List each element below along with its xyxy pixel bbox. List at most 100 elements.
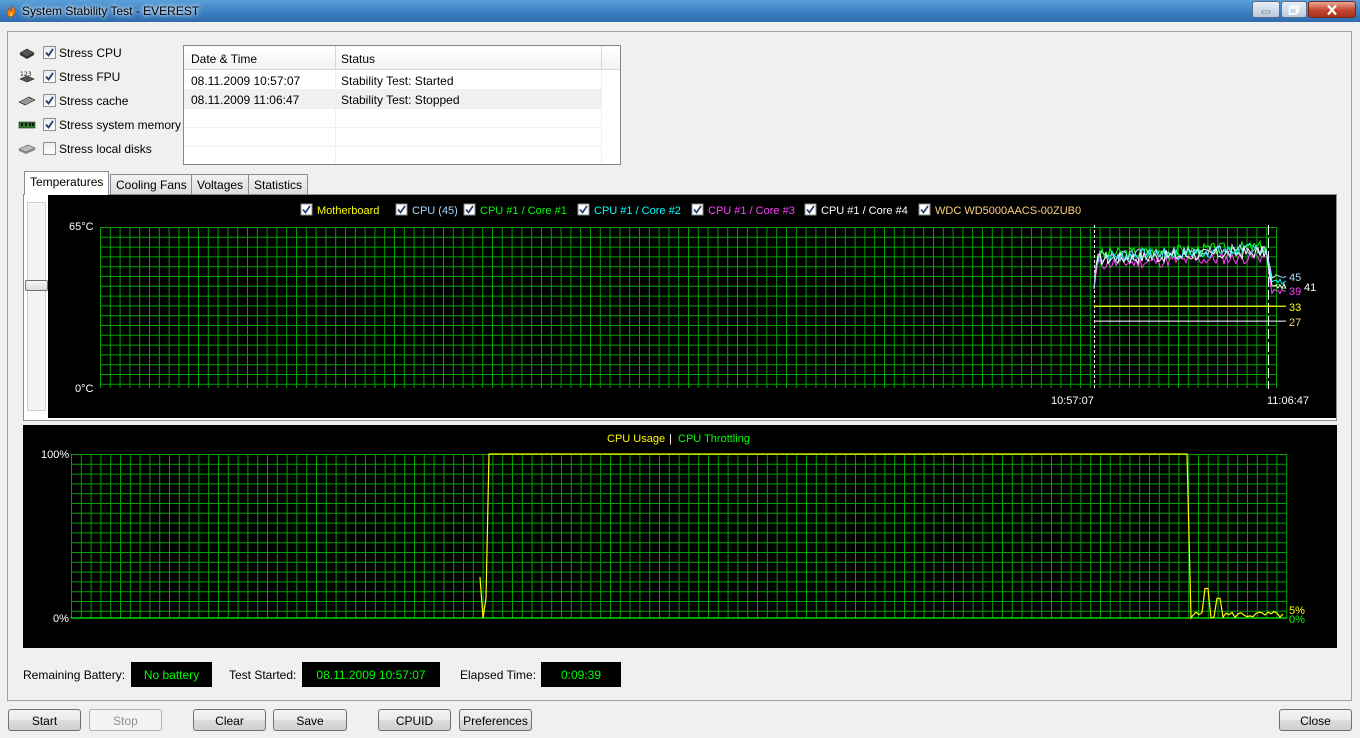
legend-checkbox: [577, 203, 590, 216]
stress-cpu-option[interactable]: Stress CPU: [18, 44, 193, 62]
legend-label: CPU #1 / Core #3: [708, 205, 795, 217]
close-icon: [1327, 4, 1337, 15]
table-row[interactable]: 08.11.2009 11:06:47 Stability Test: Stop…: [184, 90, 602, 109]
legend-item: CPU (45): [395, 203, 458, 217]
close-window-button[interactable]: [1308, 1, 1356, 18]
stress-cache-checkbox[interactable]: [43, 94, 56, 107]
end-value-label: 39: [1289, 286, 1301, 298]
legend-checkbox: [918, 203, 931, 216]
stop-button[interactable]: Stop: [89, 709, 162, 731]
hard-disk-icon: [18, 144, 36, 154]
y-axis-min-label: 0%: [53, 613, 69, 625]
cpu-usage-graph-canvas: CPU Usage | CPU Throttling100%0%5%0%: [41, 433, 1305, 626]
column-header-status[interactable]: Status: [341, 52, 375, 66]
test-started-value: 08.11.2009 10:57:07: [302, 662, 440, 687]
end-value-label: 45: [1289, 272, 1301, 284]
row-status: Stability Test: Stopped: [341, 93, 460, 107]
end-value-label: 33: [1289, 302, 1301, 314]
stress-cache-label: Stress cache: [59, 94, 129, 108]
minimize-icon: [1261, 10, 1271, 13]
close-button[interactable]: Close: [1279, 709, 1352, 731]
column-separator: [335, 46, 336, 70]
legend-item: CPU #1 / Core #3: [691, 203, 795, 217]
restore-icon: [1288, 4, 1300, 15]
legend-separator: |: [669, 433, 672, 445]
stress-disks-option[interactable]: Stress local disks: [18, 140, 193, 158]
x-axis-end-label: 11:06:47: [1267, 395, 1309, 407]
graph-grid: [71, 454, 1288, 618]
y-axis-max-label: 65°C: [69, 221, 94, 233]
cpu-usage-graph: CPU Usage | CPU Throttling 100% 0% 5% 0%: [23, 425, 1337, 648]
stress-cache-option[interactable]: Stress cache: [18, 92, 193, 110]
legend-checkbox: [804, 203, 817, 216]
clear-button[interactable]: Clear: [193, 709, 266, 731]
table-row-empty: [184, 128, 602, 147]
stress-memory-option[interactable]: Stress system memory: [18, 116, 193, 134]
legend-item: CPU #1 / Core #2: [577, 203, 681, 217]
column-separator: [601, 46, 602, 70]
tab-temperatures[interactable]: Temperatures: [24, 171, 110, 195]
row-datetime: 08.11.2009 11:06:47: [191, 93, 300, 107]
legend-item: CPU #1 / Core #1: [463, 203, 567, 217]
row-status: Stability Test: Started: [341, 74, 454, 88]
stress-fpu-label: Stress FPU: [59, 70, 121, 84]
checkmark-icon: [45, 48, 54, 57]
stress-memory-checkbox[interactable]: [43, 118, 56, 131]
table-header: Date & Time Status: [184, 46, 620, 70]
minimize-button[interactable]: [1252, 1, 1280, 18]
column-gridline: [601, 70, 602, 164]
battery-value: No battery: [131, 662, 212, 687]
y-axis-max-label: 100%: [41, 449, 69, 461]
legend-checkbox: [463, 203, 476, 216]
y-axis-min-label: 0°C: [75, 383, 94, 395]
graph-scale-slider[interactable]: [27, 202, 46, 411]
stress-cpu-checkbox[interactable]: [43, 46, 56, 59]
end-value-label: 27: [1289, 317, 1301, 329]
column-gridline: [335, 70, 336, 164]
table-row[interactable]: 08.11.2009 10:57:07 Stability Test: Star…: [184, 71, 602, 90]
elapsed-time-value: 0:09:39: [541, 662, 621, 687]
start-button[interactable]: Start: [8, 709, 81, 731]
checkmark-icon: [45, 72, 54, 81]
battery-label: Remaining Battery:: [23, 668, 126, 682]
checkmark-icon: [45, 96, 54, 105]
window-title: System Stability Test - EVEREST: [22, 4, 200, 18]
legend-checkbox: [691, 203, 704, 216]
legend-label: WDC WD5000AACS-00ZUB0: [935, 205, 1081, 217]
stress-memory-label: Stress system memory: [59, 118, 182, 132]
elapsed-time-label: Elapsed Time:: [460, 668, 537, 682]
legend-checkbox: [300, 203, 313, 216]
save-button[interactable]: Save: [273, 709, 347, 731]
stress-cpu-label: Stress CPU: [59, 46, 122, 60]
legend-label: CPU #1 / Core #2: [594, 205, 681, 217]
end-throttling-label: 0%: [1289, 614, 1305, 626]
cpuid-button[interactable]: CPUID: [378, 709, 451, 731]
stress-fpu-option[interactable]: 123 Stress FPU: [18, 68, 193, 86]
preferences-button[interactable]: Preferences: [459, 709, 532, 731]
legend-cpu-throttling: CPU Throttling: [678, 433, 750, 445]
cpu-chip-icon: [19, 48, 35, 59]
column-header-datetime[interactable]: Date & Time: [191, 52, 257, 66]
graph-scale-slider-thumb[interactable]: [25, 280, 48, 291]
flame-app-icon: [6, 4, 16, 18]
temperature-graph: Motherboard CPU (45) CPU #1 / Core #1 CPU #…: [48, 195, 1336, 418]
checkmark-icon: [45, 120, 54, 129]
tab-cooling-fans[interactable]: Cooling Fans: [110, 174, 193, 194]
end-value-label: 41: [1304, 282, 1316, 294]
table-row-empty: [184, 109, 602, 128]
stress-disks-checkbox[interactable]: [43, 142, 56, 155]
table-row-empty: [184, 147, 602, 166]
fpu-chip-icon: 123: [19, 71, 35, 83]
tab-statistics[interactable]: Statistics: [248, 174, 309, 194]
cache-chip-icon: [18, 96, 36, 106]
event-log-table[interactable]: Date & Time Status 08.11.2009 10:57:07 S…: [183, 45, 621, 166]
legend-label: Motherboard: [317, 205, 379, 217]
legend-label: CPU (45): [412, 205, 458, 217]
legend-label: CPU #1 / Core #1: [480, 205, 567, 217]
temperature-graph-canvas: Motherboard CPU (45) CPU #1 / Core #1 CPU #…: [69, 203, 1316, 407]
stress-fpu-checkbox[interactable]: [43, 70, 56, 83]
row-datetime: 08.11.2009 10:57:07: [191, 74, 301, 88]
legend-item: WDC WD5000AACS-00ZUB0: [918, 203, 1081, 217]
maximize-button[interactable]: [1281, 1, 1307, 18]
tab-voltages[interactable]: Voltages: [191, 174, 250, 194]
